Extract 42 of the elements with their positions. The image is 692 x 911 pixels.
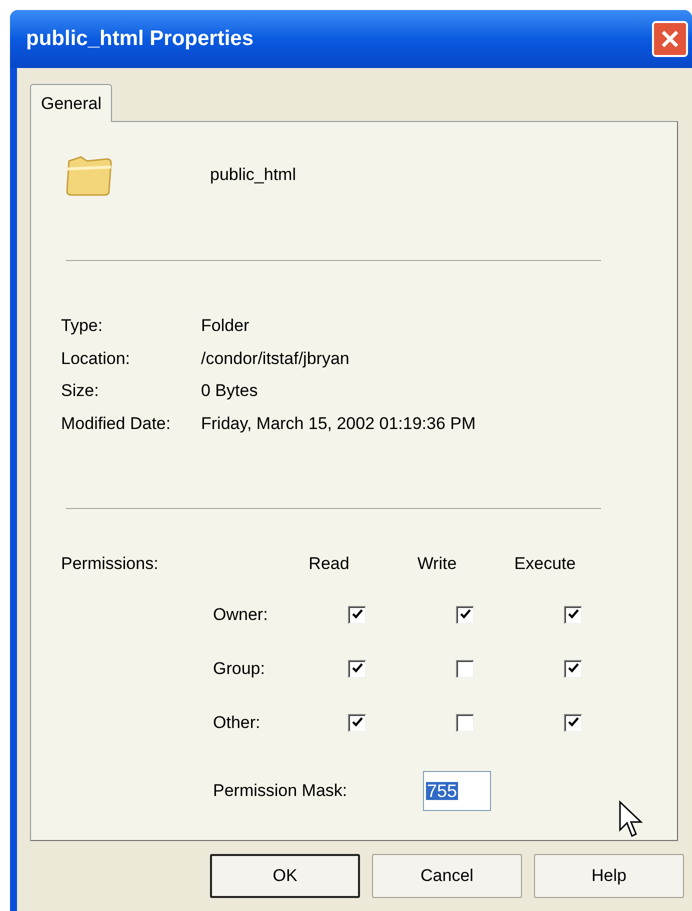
dialog-button[interactable]: Cancel xyxy=(372,854,522,898)
dialog-button[interactable]: OK xyxy=(210,854,360,898)
row-label: Other: xyxy=(213,712,262,734)
info-value: Friday, March 15, 2002 01:19:36 PM xyxy=(201,412,477,434)
window-title: public_html Properties xyxy=(26,26,254,52)
info-value: 0 Bytes xyxy=(201,380,259,402)
checkbox[interactable] xyxy=(564,660,582,678)
info-label: Modified Date: xyxy=(61,412,172,434)
checkbox[interactable] xyxy=(348,714,366,732)
checkbox[interactable] xyxy=(564,606,582,624)
checkmark-icon xyxy=(568,609,578,620)
close-icon xyxy=(660,29,680,49)
checkmark-icon xyxy=(352,717,362,728)
checkbox[interactable] xyxy=(456,606,474,624)
checkmark-icon xyxy=(568,717,578,728)
checkbox[interactable] xyxy=(564,714,582,732)
tab[interactable]: General xyxy=(30,84,112,122)
info-label: Size: xyxy=(61,380,100,402)
folder-name: public_html xyxy=(210,164,296,186)
checkbox[interactable] xyxy=(348,660,366,678)
info-value: Folder xyxy=(201,315,250,337)
checkbox[interactable] xyxy=(456,714,474,732)
info-value: /condor/itstaf/jbryan xyxy=(201,348,350,370)
info-label: Type: xyxy=(61,315,104,337)
row-label: Owner: xyxy=(213,604,269,626)
mask-field[interactable]: 755 xyxy=(423,770,491,810)
cursor-icon xyxy=(618,800,644,840)
mask-label: Permission Mask: xyxy=(213,780,348,802)
column-header: Execute xyxy=(513,553,577,575)
checkmark-icon xyxy=(568,663,578,674)
permissions-label: Permissions: xyxy=(61,553,160,575)
row-label: Group: xyxy=(213,658,266,680)
dialog-button[interactable]: Help xyxy=(534,854,684,898)
column-header: Write xyxy=(416,553,458,575)
checkmark-icon xyxy=(352,663,362,674)
checkmark-icon xyxy=(352,609,362,620)
checkmark-icon xyxy=(460,609,470,620)
close-button[interactable] xyxy=(652,21,688,57)
info-label: Location: xyxy=(61,348,131,370)
column-header: Read xyxy=(308,553,350,575)
checkbox[interactable] xyxy=(348,606,366,624)
checkbox[interactable] xyxy=(456,660,474,678)
